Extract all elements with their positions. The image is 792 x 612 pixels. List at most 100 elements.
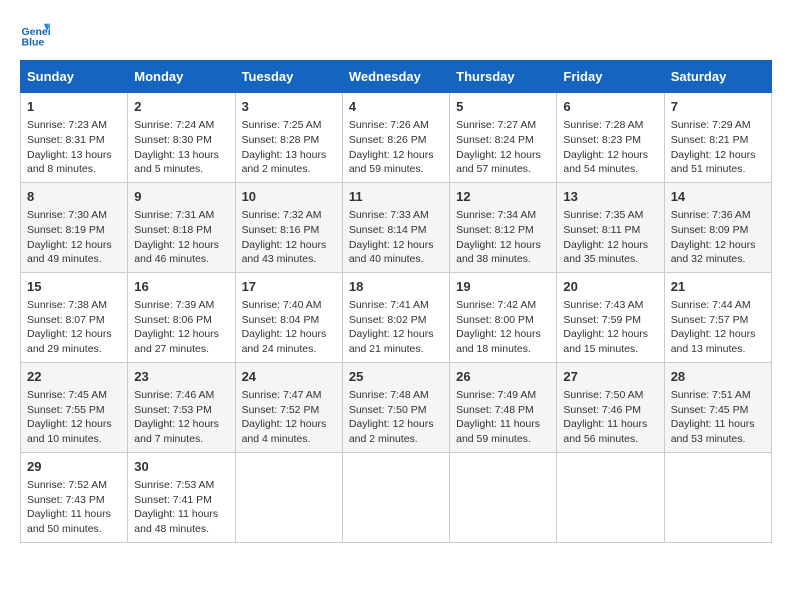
- day-number: 9: [134, 188, 228, 206]
- day-info: Sunrise: 7:52 AM Sunset: 7:43 PM Dayligh…: [27, 478, 121, 537]
- day-number: 20: [563, 278, 657, 296]
- day-number: 15: [27, 278, 121, 296]
- calendar-cell: 29 Sunrise: 7:52 AM Sunset: 7:43 PM Dayli…: [21, 452, 128, 542]
- day-number: 12: [456, 188, 550, 206]
- day-number: 2: [134, 98, 228, 116]
- calendar-week-2: 8 Sunrise: 7:30 AM Sunset: 8:19 PM Daylig…: [21, 182, 772, 272]
- calendar-cell: 27 Sunrise: 7:50 AM Sunset: 7:46 PM Dayli…: [557, 362, 664, 452]
- day-info: Sunrise: 7:32 AM Sunset: 8:16 PM Dayligh…: [242, 208, 336, 267]
- calendar-cell: 19Sunrise: 7:42 AM Sunset: 8:00 PM Dayli…: [450, 272, 557, 362]
- calendar-cell: 10 Sunrise: 7:32 AM Sunset: 8:16 PM Dayli…: [235, 182, 342, 272]
- calendar-cell: 2 Sunrise: 7:24 AM Sunset: 8:30 PM Daylig…: [128, 93, 235, 183]
- column-header-sunday: Sunday: [21, 61, 128, 93]
- logo-icon: General Blue: [20, 20, 50, 50]
- day-number: 11: [349, 188, 443, 206]
- calendar-cell: [450, 452, 557, 542]
- calendar-week-4: 22 Sunrise: 7:45 AM Sunset: 7:55 PM Dayli…: [21, 362, 772, 452]
- day-info: Sunrise: 7:43 AM Sunset: 7:59 PM Dayligh…: [563, 298, 657, 357]
- day-info: Sunrise: 7:38 AM Sunset: 8:07 PM Dayligh…: [27, 298, 121, 357]
- day-info: Sunrise: 7:42 AM Sunset: 8:00 PM Dayligh…: [456, 298, 550, 357]
- calendar-week-5: 29 Sunrise: 7:52 AM Sunset: 7:43 PM Dayli…: [21, 452, 772, 542]
- column-header-thursday: Thursday: [450, 61, 557, 93]
- day-info: Sunrise: 7:34 AM Sunset: 8:12 PM Dayligh…: [456, 208, 550, 267]
- calendar-cell: 16 Sunrise: 7:39 AM Sunset: 8:06 PM Dayli…: [128, 272, 235, 362]
- day-number: 5: [456, 98, 550, 116]
- day-info: Sunrise: 7:31 AM Sunset: 8:18 PM Dayligh…: [134, 208, 228, 267]
- day-info: Sunrise: 7:47 AM Sunset: 7:52 PM Dayligh…: [242, 388, 336, 447]
- day-info: Sunrise: 7:50 AM Sunset: 7:46 PM Dayligh…: [563, 388, 657, 447]
- calendar-cell: 24 Sunrise: 7:47 AM Sunset: 7:52 PM Dayli…: [235, 362, 342, 452]
- day-info: Sunrise: 7:36 AM Sunset: 8:09 PM Dayligh…: [671, 208, 765, 267]
- calendar-cell: 1 Sunrise: 7:23 AM Sunset: 8:31 PM Daylig…: [21, 93, 128, 183]
- day-number: 10: [242, 188, 336, 206]
- day-info: Sunrise: 7:40 AM Sunset: 8:04 PM Dayligh…: [242, 298, 336, 357]
- calendar-cell: 25 Sunrise: 7:48 AM Sunset: 7:50 PM Dayli…: [342, 362, 449, 452]
- day-info: Sunrise: 7:48 AM Sunset: 7:50 PM Dayligh…: [349, 388, 443, 447]
- calendar-cell: [664, 452, 771, 542]
- day-number: 4: [349, 98, 443, 116]
- page-header: General Blue: [20, 20, 772, 50]
- calendar-cell: [235, 452, 342, 542]
- calendar-week-3: 15 Sunrise: 7:38 AM Sunset: 8:07 PM Dayli…: [21, 272, 772, 362]
- calendar-cell: 17 Sunrise: 7:40 AM Sunset: 8:04 PM Dayli…: [235, 272, 342, 362]
- calendar-cell: 4 Sunrise: 7:26 AM Sunset: 8:26 PM Daylig…: [342, 93, 449, 183]
- calendar-cell: 5Sunrise: 7:27 AM Sunset: 8:24 PM Daylig…: [450, 93, 557, 183]
- day-number: 30: [134, 458, 228, 476]
- calendar-cell: [342, 452, 449, 542]
- calendar-cell: 14 Sunrise: 7:36 AM Sunset: 8:09 PM Dayli…: [664, 182, 771, 272]
- day-info: Sunrise: 7:35 AM Sunset: 8:11 PM Dayligh…: [563, 208, 657, 267]
- day-number: 18: [349, 278, 443, 296]
- day-number: 21: [671, 278, 765, 296]
- column-header-friday: Friday: [557, 61, 664, 93]
- day-info: Sunrise: 7:28 AM Sunset: 8:23 PM Dayligh…: [563, 118, 657, 177]
- day-number: 8: [27, 188, 121, 206]
- calendar-cell: 23 Sunrise: 7:46 AM Sunset: 7:53 PM Dayli…: [128, 362, 235, 452]
- day-number: 23: [134, 368, 228, 386]
- calendar-body: 1 Sunrise: 7:23 AM Sunset: 8:31 PM Daylig…: [21, 93, 772, 543]
- day-info: Sunrise: 7:26 AM Sunset: 8:26 PM Dayligh…: [349, 118, 443, 177]
- day-number: 29: [27, 458, 121, 476]
- day-info: Sunrise: 7:24 AM Sunset: 8:30 PM Dayligh…: [134, 118, 228, 177]
- calendar-cell: 28Sunrise: 7:51 AM Sunset: 7:45 PM Dayli…: [664, 362, 771, 452]
- day-number: 14: [671, 188, 765, 206]
- calendar-header-row: SundayMondayTuesdayWednesdayThursdayFrid…: [21, 61, 772, 93]
- day-number: 24: [242, 368, 336, 386]
- calendar-cell: 30 Sunrise: 7:53 AM Sunset: 7:41 PM Dayli…: [128, 452, 235, 542]
- day-number: 1: [27, 98, 121, 116]
- day-number: 28: [671, 368, 765, 386]
- day-number: 22: [27, 368, 121, 386]
- calendar-cell: 22 Sunrise: 7:45 AM Sunset: 7:55 PM Dayli…: [21, 362, 128, 452]
- day-info: Sunrise: 7:45 AM Sunset: 7:55 PM Dayligh…: [27, 388, 121, 447]
- day-info: Sunrise: 7:41 AM Sunset: 8:02 PM Dayligh…: [349, 298, 443, 357]
- day-info: Sunrise: 7:25 AM Sunset: 8:28 PM Dayligh…: [242, 118, 336, 177]
- calendar-cell: 9 Sunrise: 7:31 AM Sunset: 8:18 PM Daylig…: [128, 182, 235, 272]
- calendar-cell: 6 Sunrise: 7:28 AM Sunset: 8:23 PM Daylig…: [557, 93, 664, 183]
- day-info: Sunrise: 7:46 AM Sunset: 7:53 PM Dayligh…: [134, 388, 228, 447]
- day-number: 17: [242, 278, 336, 296]
- day-number: 7: [671, 98, 765, 116]
- column-header-tuesday: Tuesday: [235, 61, 342, 93]
- calendar-cell: 18 Sunrise: 7:41 AM Sunset: 8:02 PM Dayli…: [342, 272, 449, 362]
- day-number: 16: [134, 278, 228, 296]
- day-info: Sunrise: 7:30 AM Sunset: 8:19 PM Dayligh…: [27, 208, 121, 267]
- calendar-cell: 13 Sunrise: 7:35 AM Sunset: 8:11 PM Dayli…: [557, 182, 664, 272]
- day-number: 6: [563, 98, 657, 116]
- calendar-cell: 7Sunrise: 7:29 AM Sunset: 8:21 PM Daylig…: [664, 93, 771, 183]
- calendar-cell: 21 Sunrise: 7:44 AM Sunset: 7:57 PM Dayli…: [664, 272, 771, 362]
- day-number: 26: [456, 368, 550, 386]
- calendar-cell: 26Sunrise: 7:49 AM Sunset: 7:48 PM Dayli…: [450, 362, 557, 452]
- calendar-cell: 20 Sunrise: 7:43 AM Sunset: 7:59 PM Dayli…: [557, 272, 664, 362]
- day-number: 13: [563, 188, 657, 206]
- day-info: Sunrise: 7:33 AM Sunset: 8:14 PM Dayligh…: [349, 208, 443, 267]
- day-info: Sunrise: 7:44 AM Sunset: 7:57 PM Dayligh…: [671, 298, 765, 357]
- day-info: Sunrise: 7:53 AM Sunset: 7:41 PM Dayligh…: [134, 478, 228, 537]
- svg-text:Blue: Blue: [22, 37, 45, 49]
- day-number: 25: [349, 368, 443, 386]
- calendar-cell: 15 Sunrise: 7:38 AM Sunset: 8:07 PM Dayli…: [21, 272, 128, 362]
- day-number: 27: [563, 368, 657, 386]
- day-info: Sunrise: 7:23 AM Sunset: 8:31 PM Dayligh…: [27, 118, 121, 177]
- calendar-cell: 11 Sunrise: 7:33 AM Sunset: 8:14 PM Dayli…: [342, 182, 449, 272]
- day-info: Sunrise: 7:39 AM Sunset: 8:06 PM Dayligh…: [134, 298, 228, 357]
- calendar-cell: 8 Sunrise: 7:30 AM Sunset: 8:19 PM Daylig…: [21, 182, 128, 272]
- column-header-monday: Monday: [128, 61, 235, 93]
